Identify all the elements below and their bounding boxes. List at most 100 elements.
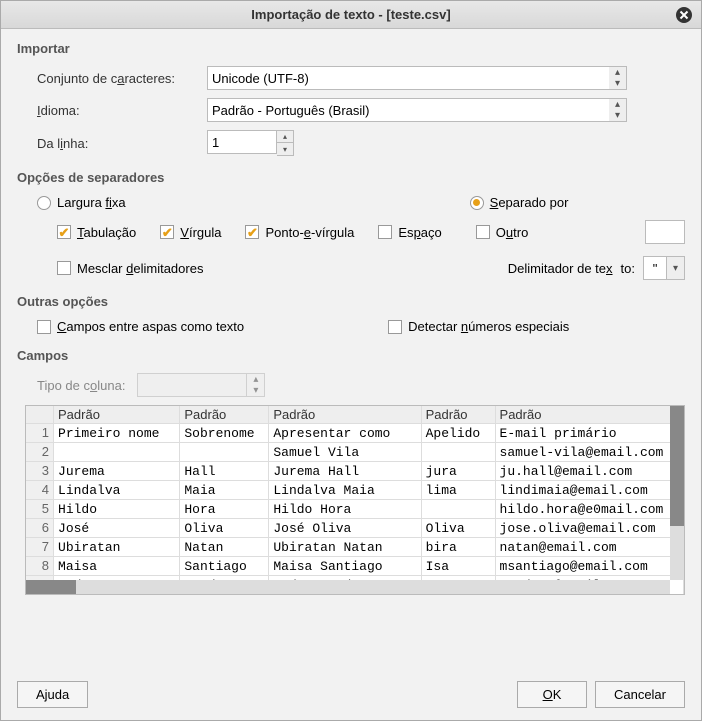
column-header[interactable]: Padrão (269, 406, 421, 424)
table-cell: Ubiratan Natan (269, 538, 421, 557)
chevron-updown-icon[interactable]: ▴▾ (609, 98, 627, 122)
table-cell: José (54, 519, 180, 538)
language-input[interactable] (207, 98, 609, 122)
table-cell: msantiago@email.com (495, 557, 683, 576)
table-cell: E-mail primário (495, 424, 683, 443)
table-row: 10SamiraToledoSamira Toledosamsamira.tol… (26, 595, 684, 596)
charset-label: Conjunto de caracteres: (17, 71, 207, 86)
table-cell: Hall (180, 462, 269, 481)
table-cell: Apelido (421, 424, 495, 443)
table-cell: lindimaia@email.com (495, 481, 683, 500)
table-row: 6JoséOlivaJosé OlivaOlivajose.oliva@emai… (26, 519, 684, 538)
table-cell: Isa (421, 557, 495, 576)
table-cell: sam (421, 595, 495, 596)
spin-down-icon[interactable]: ▾ (277, 143, 293, 155)
table-cell (421, 500, 495, 519)
table-cell: Natan (180, 538, 269, 557)
table-cell: Sobrenome (180, 424, 269, 443)
table-cell (54, 443, 180, 462)
preview-table[interactable]: PadrãoPadrãoPadrãoPadrãoPadrão1Primeiro … (25, 405, 685, 595)
text-delim-input[interactable] (643, 256, 667, 280)
import-section-title: Importar (17, 41, 685, 56)
charset-combo[interactable]: ▴▾ (207, 66, 627, 90)
fromrow-spinner[interactable]: ▴ ▾ (207, 130, 685, 156)
charset-input[interactable] (207, 66, 609, 90)
column-header[interactable]: Padrão (421, 406, 495, 424)
table-cell: samuel-vila@email.com (495, 443, 683, 462)
table-cell: Ubiratan (54, 538, 180, 557)
space-checkbox[interactable]: Espaço (378, 225, 441, 240)
other-checkbox[interactable]: Outro (476, 225, 529, 240)
detect-numbers-checkbox[interactable]: Detectar números especiais (388, 319, 569, 334)
coltype-combo: ▴▾ (137, 373, 265, 397)
table-cell: Apresentar como (269, 424, 421, 443)
table-cell: Jurema Hall (269, 462, 421, 481)
spin-up-icon[interactable]: ▴ (277, 131, 293, 143)
table-row: 4LindalvaMaiaLindalva Maialimalindimaia@… (26, 481, 684, 500)
table-cell: ju.hall@email.com (495, 462, 683, 481)
table-row: 7UbiratanNatanUbiratan Natanbiranatan@em… (26, 538, 684, 557)
table-cell: jose.oliva@email.com (495, 519, 683, 538)
table-cell (421, 443, 495, 462)
cancel-button[interactable]: Cancelar (595, 681, 685, 708)
dialog-title: Importação de texto - [teste.csv] (251, 7, 450, 22)
table-cell: Maisa (54, 557, 180, 576)
table-cell: José Oliva (269, 519, 421, 538)
table-row: 1Primeiro nomeSobrenomeApresentar comoAp… (26, 424, 684, 443)
quoted-text-checkbox[interactable]: Campos entre aspas como texto (37, 319, 244, 334)
table-cell: Samira Toledo (269, 595, 421, 596)
text-delim-combo[interactable]: ▾ (643, 256, 685, 280)
table-cell: Hora (180, 500, 269, 519)
horizontal-scrollbar[interactable] (26, 580, 670, 594)
comma-checkbox[interactable]: Vírgula (160, 225, 221, 240)
table-cell: Jurema (54, 462, 180, 481)
semicolon-checkbox[interactable]: Ponto-e-vírgula (245, 225, 354, 240)
table-cell: Primeiro nome (54, 424, 180, 443)
help-button[interactable]: Ajuda (17, 681, 88, 708)
vertical-scrollbar[interactable] (670, 406, 684, 580)
table-cell: Hildo Hora (269, 500, 421, 519)
coltype-label: Tipo de coluna: (37, 378, 125, 393)
table-cell: Oliva (421, 519, 495, 538)
language-combo[interactable]: ▴▾ (207, 98, 627, 122)
table-cell: Hildo (54, 500, 180, 519)
separated-by-radio[interactable]: Separado por (470, 195, 569, 210)
table-cell: Maisa Santiago (269, 557, 421, 576)
table-cell: hildo.hora@e0mail.com (495, 500, 683, 519)
table-row: 8MaisaSantiagoMaisa SantiagoIsamsantiago… (26, 557, 684, 576)
column-header[interactable]: Padrão (180, 406, 269, 424)
fields-section-title: Campos (17, 348, 685, 363)
ok-button[interactable]: OK (517, 681, 587, 708)
other-section-title: Outras opções (17, 294, 685, 309)
chevron-down-icon[interactable]: ▾ (667, 256, 685, 280)
table-cell: Santiago (180, 557, 269, 576)
table-row: 5HildoHoraHildo Horahildo.hora@e0mail.co… (26, 500, 684, 519)
table-cell: natan@email.com (495, 538, 683, 557)
close-icon[interactable] (675, 6, 693, 24)
table-row: 3JuremaHallJurema Halljuraju.hall@email.… (26, 462, 684, 481)
table-cell: Lindalva Maia (269, 481, 421, 500)
table-cell (180, 443, 269, 462)
text-delim-label: Delimitador de texto: (508, 261, 635, 276)
other-separator-input[interactable] (645, 220, 685, 244)
table-cell: jura (421, 462, 495, 481)
table-cell: Toledo (180, 595, 269, 596)
table-cell: Samuel Vila (269, 443, 421, 462)
table-cell: Oliva (180, 519, 269, 538)
column-header[interactable]: Padrão (495, 406, 683, 424)
table-row: 2Samuel Vilasamuel-vila@email.com (26, 443, 684, 462)
column-header[interactable]: Padrão (54, 406, 180, 424)
merge-delim-checkbox[interactable]: Mesclar delimitadores (57, 261, 203, 276)
fromrow-label: Da linha: (17, 136, 207, 151)
chevron-updown-icon[interactable]: ▴▾ (609, 66, 627, 90)
fromrow-input[interactable] (207, 130, 277, 154)
table-cell: bira (421, 538, 495, 557)
table-cell: Maia (180, 481, 269, 500)
table-cell: Samira (54, 595, 180, 596)
table-cell: lima (421, 481, 495, 500)
chevron-updown-icon: ▴▾ (247, 373, 265, 397)
table-cell: Lindalva (54, 481, 180, 500)
tab-checkbox[interactable]: Tabulação (57, 225, 136, 240)
separator-section-title: Opções de separadores (17, 170, 685, 185)
fixed-width-radio[interactable]: Largura fixa (37, 195, 126, 210)
